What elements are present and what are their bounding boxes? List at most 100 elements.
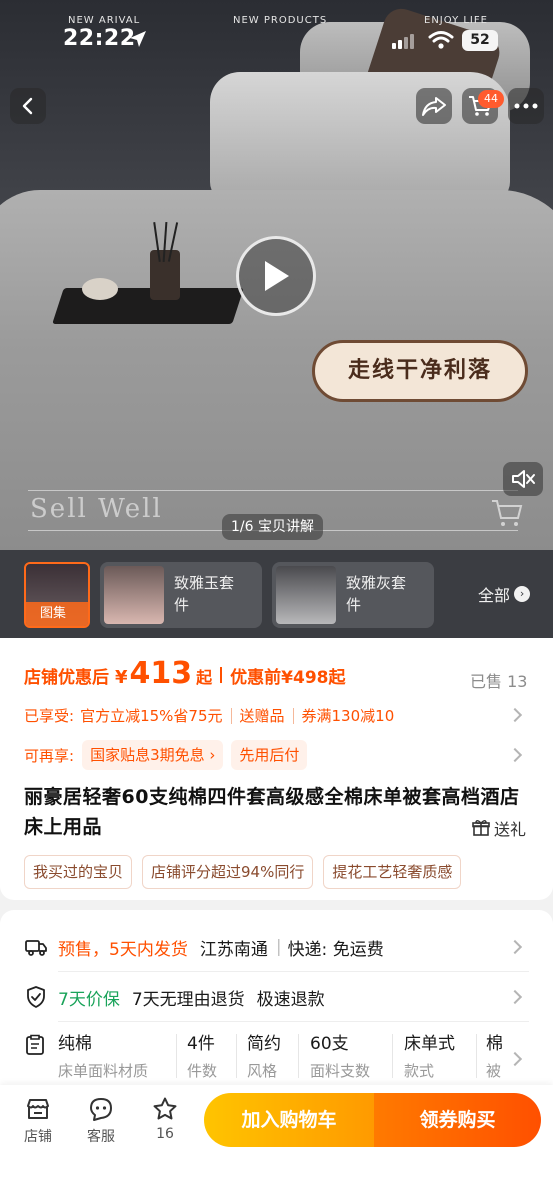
style-option-grey[interactable]: 致雅灰套件	[272, 562, 434, 628]
diffuser-bottle	[150, 250, 180, 300]
all-styles-label: 全部	[478, 586, 511, 605]
battery-indicator: 52	[462, 30, 498, 51]
divider: |	[275, 937, 282, 957]
style-image	[276, 566, 336, 624]
param-value: 床单式	[404, 1034, 455, 1054]
watermark-line	[28, 490, 518, 491]
star-icon	[153, 1097, 177, 1120]
param-key: 风格	[247, 1062, 278, 1080]
product-tag[interactable]: 店铺评分超过94%同行	[142, 855, 314, 889]
clock: 22:22	[63, 26, 136, 51]
ship-origin: 江苏南通	[199, 939, 268, 960]
param-value: 棉	[486, 1034, 503, 1054]
chevron-right-icon	[507, 1051, 523, 1067]
product-tags: 我买过的宝贝 店铺评分超过94%同行 提花工艺轻奢质感	[24, 855, 462, 889]
presale-text: 预售，5天内发货	[58, 939, 188, 960]
customer-service-button[interactable]: 客服	[76, 1096, 126, 1146]
mute-button[interactable]	[503, 462, 543, 496]
chevron-left-icon	[22, 97, 33, 115]
more-button[interactable]	[508, 88, 544, 124]
promo-available-row[interactable]: 可再享: 国家贴息3期免息 › 先用后付	[24, 740, 315, 770]
style-option-jade[interactable]: 致雅玉套件	[100, 562, 262, 628]
price-row: 店铺优惠后 ¥ 413 起 优惠前¥498起	[24, 656, 346, 691]
param-cell: 60支 面料支数	[310, 1030, 370, 1084]
divider	[220, 667, 223, 683]
promo-item: 送赠品	[239, 707, 285, 725]
status-bar: NEW ARIVAL NEW PRODUCTS ENJOY LIFE 22:22…	[0, 0, 553, 60]
share-icon	[422, 97, 446, 116]
favorite-count: 16	[156, 1126, 174, 1142]
shop-label: 店铺	[24, 1129, 52, 1145]
add-to-cart-button[interactable]: 加入购物车	[204, 1093, 374, 1147]
divider	[392, 1034, 393, 1078]
guarantee-row[interactable]: 7天价保 7天无理由退货 极速退款	[24, 972, 529, 1022]
customer-service-icon	[90, 1098, 112, 1121]
shop-icon	[27, 1099, 49, 1119]
installment-chip[interactable]: 国家贴息3期免息 ›	[82, 740, 224, 770]
shield-check-icon	[27, 986, 45, 1008]
original-price: 优惠前¥498起	[230, 668, 346, 688]
speaker-muted-icon	[512, 470, 535, 488]
refund-text: 极速退款	[256, 989, 325, 1010]
location-arrow-icon	[130, 31, 146, 47]
overlay-text: ENJOY LIFE	[424, 15, 488, 26]
tray	[52, 288, 244, 324]
more-icon	[514, 103, 538, 109]
product-media[interactable]: 走线干净利落 Sell Well 1/6 宝贝讲解	[0, 0, 553, 550]
param-key: 款式	[404, 1062, 435, 1080]
watermark-text: Sell Well	[30, 494, 163, 524]
share-button[interactable]	[416, 88, 452, 124]
back-button[interactable]	[10, 88, 46, 124]
candle-cup	[82, 278, 118, 300]
favorite-button[interactable]: 16	[140, 1096, 190, 1142]
param-cell: 床单式 款式	[404, 1030, 455, 1084]
buy-with-coupon-button[interactable]: 领券购买	[374, 1093, 541, 1147]
param-key: 面料支数	[310, 1062, 371, 1080]
param-value: 简约	[247, 1034, 281, 1054]
promo-enjoyed-row[interactable]: 已享受: 官方立减15%省75元 送赠品 券满130减10	[24, 705, 394, 726]
price-protect-text: 7天价保	[58, 989, 120, 1010]
product-tag[interactable]: 我买过的宝贝	[24, 855, 133, 889]
gallery-thumbnail[interactable]: 图集	[24, 562, 90, 628]
wifi-icon	[428, 31, 454, 49]
param-key: 件数	[187, 1062, 218, 1080]
shop-button[interactable]: 店铺	[13, 1096, 63, 1146]
chevron-right-icon: ›	[514, 586, 531, 602]
media-counter: 1/6 宝贝讲解	[222, 514, 323, 540]
divider	[298, 1034, 299, 1078]
param-value: 4件	[187, 1034, 215, 1054]
gift-label: 送礼	[494, 820, 527, 839]
pay-later-chip[interactable]: 先用后付	[231, 740, 308, 770]
param-value: 纯棉	[58, 1034, 92, 1054]
shipping-row[interactable]: 预售，5天内发货 江苏南通 | 快递: 免运费	[24, 922, 529, 972]
style-label: 致雅玉套件	[174, 574, 235, 614]
product-tag[interactable]: 提花工艺轻奢质感	[323, 855, 462, 889]
return-policy-text: 7天无理由退货	[131, 989, 245, 1010]
truck-icon	[25, 940, 47, 956]
currency-symbol: ¥	[115, 667, 128, 688]
price-suffix: 起	[196, 668, 213, 687]
customer-service-label: 客服	[87, 1129, 115, 1145]
divider	[236, 1034, 237, 1078]
param-cell: 4件 件数	[187, 1030, 217, 1084]
param-value: 60支	[310, 1034, 349, 1054]
product-title: 丽豪居轻奢60支纯棉四件套高级感全棉床单被套高档酒店床上用品	[24, 786, 520, 838]
style-label: 致雅灰套件	[346, 574, 407, 614]
feature-badge: 走线干净利落	[312, 340, 528, 402]
play-icon	[265, 261, 289, 291]
product-params-row[interactable]: 纯棉 床单面料材质 4件 件数 简约 风格 60支 面料支数 床单式 款式 棉 …	[24, 1030, 529, 1085]
all-styles-button[interactable]: 全部 ›	[478, 582, 531, 606]
divider	[292, 707, 294, 724]
divider	[476, 1034, 477, 1078]
gift-button[interactable]: 送礼	[472, 816, 526, 840]
param-cell: 纯棉 床单面料材质	[58, 1030, 148, 1084]
clipboard-icon	[26, 1034, 44, 1055]
play-button[interactable]	[236, 236, 316, 316]
sold-count: 已售 13	[470, 672, 528, 691]
cart-count-badge: 44	[478, 90, 504, 108]
param-cell: 简约 风格	[247, 1030, 281, 1084]
promo-item: 券满130减10	[301, 707, 395, 725]
courier-text: 快递: 免运费	[287, 939, 384, 960]
promo-available-label: 可再享:	[24, 746, 75, 765]
overlay-text: NEW PRODUCTS	[233, 15, 328, 26]
